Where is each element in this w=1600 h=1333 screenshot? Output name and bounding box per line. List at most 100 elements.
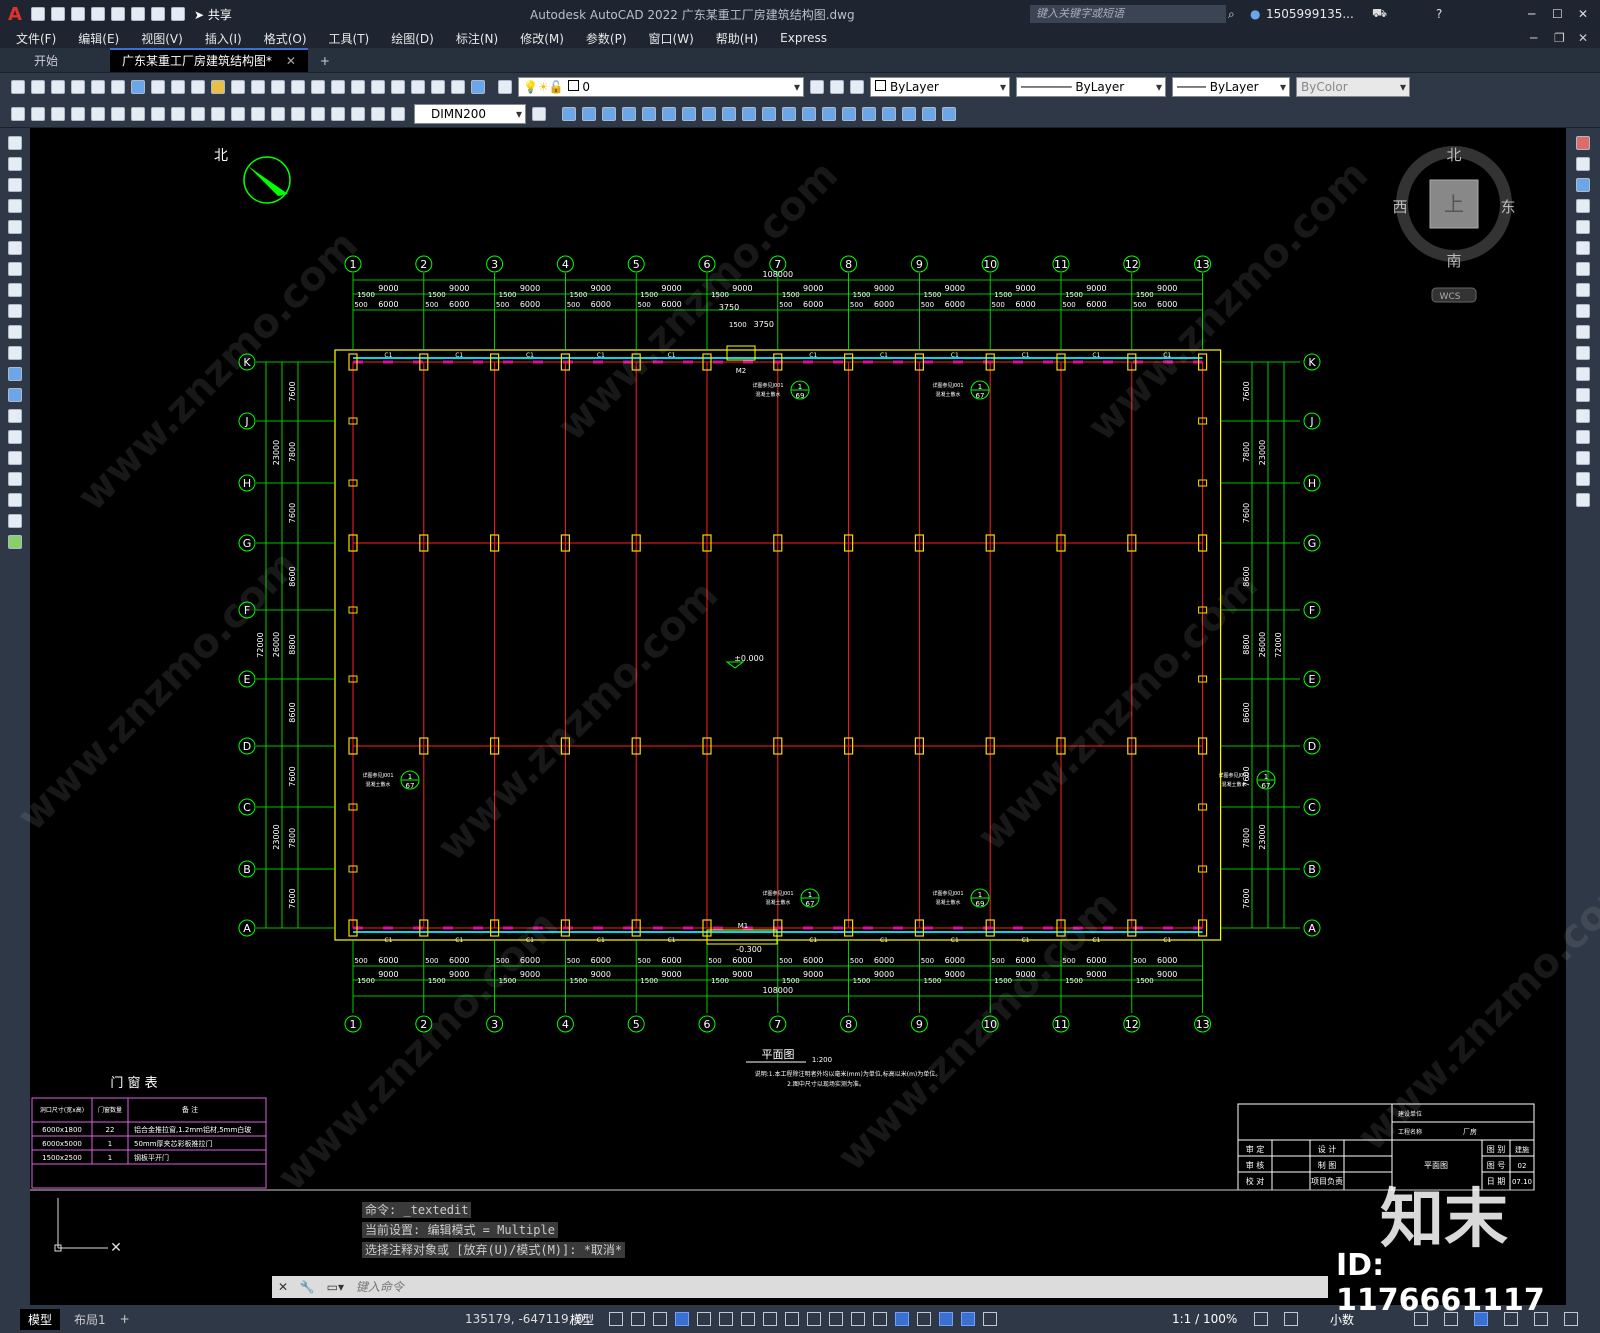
object-snap-icon[interactable]	[785, 1312, 799, 1326]
loft-icon[interactable]	[822, 106, 836, 121]
snap-icon[interactable]	[631, 1312, 645, 1326]
zoom-realtime-icon[interactable]	[291, 79, 305, 94]
continue-icon[interactable]	[211, 106, 225, 121]
drawing-canvas[interactable]: 1 1 2 2 3 3 4 4 5 5 6 6 7 7 8 8 9 9 10 10 11 11 12 12 13 13 K K J J H H…	[9, 128, 1600, 1298]
menu-help[interactable]: 帮助(H)	[716, 30, 758, 47]
help-icon[interactable]: ?	[1436, 7, 1442, 21]
doc-close-icon[interactable]: ✕	[1578, 31, 1588, 45]
save-icon[interactable]	[70, 7, 85, 21]
rectangle-icon[interactable]	[8, 220, 22, 234]
copy-icon[interactable]	[171, 79, 185, 94]
publish-icon[interactable]	[111, 79, 125, 94]
search-icon[interactable]: ⌕	[1228, 7, 1235, 22]
color-dropdown[interactable]: ByLayer	[870, 76, 1010, 97]
cone-icon[interactable]	[602, 106, 616, 121]
ortho-icon[interactable]	[697, 1312, 711, 1326]
open-file-icon[interactable]	[31, 79, 45, 94]
properties-icon[interactable]	[351, 79, 365, 94]
revolve-icon[interactable]	[802, 106, 816, 121]
diameter-icon[interactable]	[131, 106, 145, 121]
undo-icon[interactable]	[150, 7, 165, 21]
dim-break-icon[interactable]	[251, 106, 265, 121]
menu-tools[interactable]: 工具(T)	[329, 30, 370, 47]
pan-icon[interactable]	[271, 79, 285, 94]
undo-tool-icon[interactable]	[231, 79, 245, 94]
menu-format[interactable]: 格式(O)	[264, 30, 307, 47]
explode-icon[interactable]	[1576, 493, 1590, 507]
ellipse-icon[interactable]	[8, 325, 22, 339]
region-icon[interactable]	[8, 472, 22, 486]
move-icon[interactable]	[1576, 241, 1590, 255]
new-icon[interactable]	[30, 7, 45, 21]
planar-icon[interactable]	[722, 106, 736, 121]
jogged-icon[interactable]	[111, 106, 125, 121]
layer-previous-icon[interactable]	[830, 79, 844, 94]
make-block-icon[interactable]	[8, 388, 22, 402]
qnew-icon[interactable]	[11, 79, 25, 94]
inspection-icon[interactable]	[311, 106, 325, 121]
scale-icon[interactable]	[1576, 283, 1590, 297]
help-tool-icon[interactable]	[471, 79, 485, 94]
publish-3d-icon[interactable]	[131, 79, 145, 94]
dim-space-icon[interactable]	[231, 106, 245, 121]
menu-insert[interactable]: 插入(I)	[205, 30, 242, 47]
aligned-dim-icon[interactable]	[31, 106, 45, 121]
polyline-icon[interactable]	[8, 178, 22, 192]
spline-icon[interactable]	[8, 304, 22, 318]
selection-cycling-icon[interactable]	[851, 1312, 865, 1326]
jogged-linear-icon[interactable]	[331, 106, 345, 121]
array-icon[interactable]	[1576, 220, 1590, 234]
command-input[interactable]: ✕ 🔧 ▭▾ 键入命令	[272, 1276, 1328, 1298]
mtext-icon[interactable]	[8, 514, 22, 528]
annotation-visibility-icon[interactable]	[961, 1312, 975, 1326]
redo-icon[interactable]	[170, 7, 185, 21]
dimstyle-manager-icon[interactable]	[532, 106, 546, 121]
lineweight-icon[interactable]	[807, 1312, 821, 1326]
pyramid-icon[interactable]	[682, 106, 696, 121]
trim-icon[interactable]	[1576, 325, 1590, 339]
linear-dim-icon[interactable]	[11, 106, 25, 121]
dim-edit-icon[interactable]	[351, 106, 365, 121]
menu-express[interactable]: Express	[780, 31, 827, 45]
gradient-icon[interactable]	[8, 451, 22, 465]
autocad-logo-icon[interactable]: A	[8, 4, 22, 25]
object-snap-tracking-icon[interactable]	[763, 1312, 777, 1326]
point-icon[interactable]	[8, 409, 22, 423]
workspace-gear-icon[interactable]	[1254, 1312, 1268, 1326]
layer-manager-icon[interactable]	[498, 79, 512, 94]
fillet-icon[interactable]	[1576, 451, 1590, 465]
sphere-icon[interactable]	[622, 106, 636, 121]
redo-tool-icon[interactable]	[251, 79, 265, 94]
add-layout-button[interactable]: +	[120, 1312, 130, 1326]
layer-state-icon[interactable]	[850, 79, 864, 94]
zoom-window-icon[interactable]	[311, 79, 325, 94]
presspull-icon[interactable]	[762, 106, 776, 121]
line-icon[interactable]	[8, 136, 22, 150]
share-button[interactable]: ➤ 共享	[194, 6, 232, 23]
3d-osnap-icon[interactable]	[873, 1312, 887, 1326]
rotate-icon[interactable]	[1576, 262, 1590, 276]
break-point-icon[interactable]	[1576, 367, 1590, 381]
saveas-icon[interactable]	[90, 7, 105, 21]
cmd-prompt-icon[interactable]: ▭▾	[327, 1280, 344, 1294]
helix-icon[interactable]	[702, 106, 716, 121]
erase-icon[interactable]	[1576, 136, 1590, 150]
intersect-icon[interactable]	[882, 106, 896, 121]
menu-modify[interactable]: 修改(M)	[520, 30, 564, 47]
3drotate-icon[interactable]	[922, 106, 936, 121]
3dalign-icon[interactable]	[942, 106, 956, 121]
cart-icon[interactable]: ⛟	[1372, 6, 1387, 22]
plotstyle-dropdown[interactable]: ByColor	[1296, 76, 1410, 97]
cut-icon[interactable]	[151, 79, 165, 94]
revcloud-icon[interactable]	[8, 283, 22, 297]
minimize-icon[interactable]: ─	[1528, 7, 1535, 21]
menu-edit[interactable]: 编辑(E)	[78, 30, 119, 47]
dynamic-input-icon[interactable]	[675, 1312, 689, 1326]
gizmo-icon[interactable]	[939, 1312, 953, 1326]
menu-draw[interactable]: 绘图(D)	[391, 30, 434, 47]
zoom-prev-icon[interactable]	[331, 79, 345, 94]
sweep-icon[interactable]	[782, 106, 796, 121]
search-input[interactable]: 键入关键字或短语	[1030, 5, 1226, 23]
circle-icon[interactable]	[8, 262, 22, 276]
union-icon[interactable]	[842, 106, 856, 121]
